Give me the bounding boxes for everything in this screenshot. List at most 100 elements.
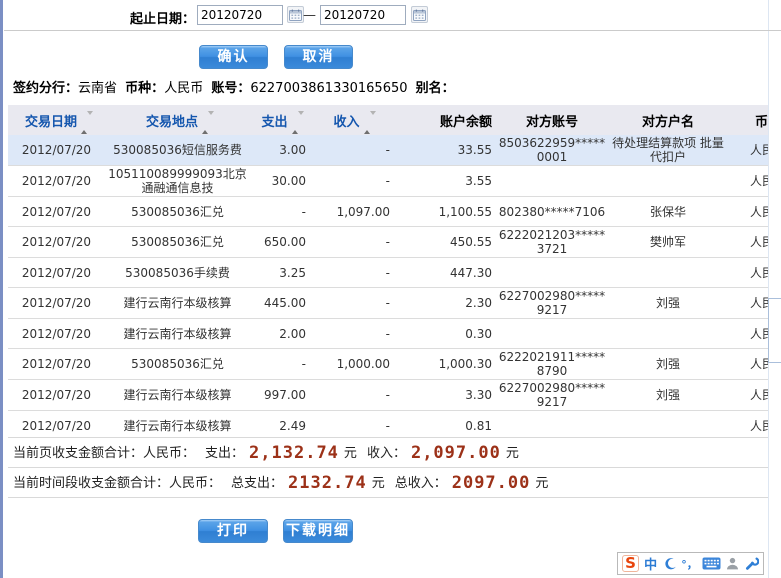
table-header-row: 交易日期 交易地点 支出 收入 账户余额 对方账号 对方户名 币种 [8,105,768,135]
column-header-income[interactable]: 收入 [310,105,394,135]
cell-currency: 人民币 [726,135,768,166]
cell-income: - [310,288,394,319]
start-date-calendar-button[interactable] [287,6,304,23]
confirm-button[interactable]: 确认 [199,45,268,69]
alias-label: 别名： [416,81,455,96]
cell-location: 建行云南行本级核算 [105,380,250,411]
cell-counterparty-account [494,411,610,436]
table-row: 2012/07/20530085036汇兑650.00-450.55622202… [8,227,768,258]
cell-income: - [310,380,394,411]
page-income-unit: 元 [506,446,519,461]
summary-divider [8,437,768,438]
cell-balance: 1,000.30 [394,349,494,380]
scrollbar-thumb[interactable] [768,298,781,363]
column-header-trade-place[interactable]: 交易地点 [105,105,250,135]
period-expense-unit: 元 [372,476,385,491]
summary-divider [8,497,768,498]
sort-icon [202,115,209,130]
cell-currency: 人民币 [726,380,768,411]
period-income-label: 总收入： [395,476,447,491]
column-label: 收入 [333,115,359,130]
cell-balance: 2.30 [394,288,494,319]
period-expense-amount: 2132.74 [288,473,367,493]
cell-location: 建行云南行本级核算 [105,319,250,349]
cell-income: - [310,135,394,166]
date-range-separator: — [303,8,316,23]
column-label: 交易日期 [25,115,77,130]
column-header-counterparty-account: 对方账号 [494,105,610,135]
cell-expense: 30.00 [250,166,310,197]
cell-counterparty-account: 8503622959*****0001 [494,135,610,166]
cell-income: 1,097.00 [310,197,394,227]
column-header-counterparty-name: 对方户名 [610,105,726,135]
page-summary-prefix: 当前页收支金额合计：人民币： [13,446,195,461]
sort-icon [292,115,299,130]
end-date-input[interactable] [320,5,406,25]
account-number-value: 6227003861330165650 [250,81,407,96]
table-row: 2012/07/20530085036汇兑-1,097.001,100.5580… [8,197,768,227]
currency-value: 人民币 [164,81,203,96]
page-expense-unit: 元 [344,446,357,461]
column-header-expense[interactable]: 支出 [250,105,310,135]
page-expense-amount: 2,132.74 [249,443,339,463]
sogou-logo-icon[interactable]: S [622,555,639,572]
cell-counterparty-account [494,258,610,288]
cell-income: - [310,411,394,436]
cell-income: 1,000.00 [310,349,394,380]
cell-date: 2012/07/20 [8,288,105,319]
period-income-amount: 2097.00 [452,473,531,493]
cancel-button[interactable]: 取消 [284,45,353,69]
cell-balance: 447.30 [394,258,494,288]
cell-location: 建行云南行本级核算 [105,411,250,436]
cell-balance: 1,100.55 [394,197,494,227]
cell-expense: 2.00 [250,319,310,349]
cell-location: 530085036汇兑 [105,197,250,227]
column-label: 支出 [261,115,287,130]
cell-balance: 33.55 [394,135,494,166]
cell-date: 2012/07/20 [8,166,105,197]
period-summary-prefix: 当前时间段收支金额合计：人民币： [13,476,221,491]
fullwidth-moon-icon[interactable] [662,554,677,573]
table-row: 2012/07/20530085036汇兑-1,000.001,000.3062… [8,349,768,380]
cell-balance: 3.55 [394,166,494,197]
account-info-line: 签约分行：云南省 币种：人民币 账号：6227003861330165650 别… [13,77,459,96]
end-date-calendar-button[interactable] [411,6,428,23]
cell-date: 2012/07/20 [8,135,105,166]
punctuation-mode-icon[interactable]: °， [681,554,698,573]
transactions-table: 交易日期 交易地点 支出 收入 账户余额 对方账号 对方户名 币种 2012/0… [8,105,768,435]
cell-income: - [310,227,394,258]
page-income-amount: 2,097.00 [411,443,501,463]
start-date-input[interactable] [197,5,283,25]
cell-counterparty-name [610,319,726,349]
page-summary-line: 当前页收支金额合计：人民币：支出：2,132.74元收入：2,097.00元 [13,442,519,464]
user-account-icon[interactable] [725,554,740,573]
cell-expense: 2.49 [250,411,310,436]
print-button[interactable]: 打印 [198,519,268,543]
cell-currency: 人民币 [726,319,768,349]
cell-counterparty-name: 张保华 [610,197,726,227]
calendar-icon [413,9,426,21]
cell-currency: 人民币 [726,349,768,380]
cell-date: 2012/07/20 [8,319,105,349]
download-details-button[interactable]: 下载明细 [283,519,353,543]
cell-income: - [310,166,394,197]
soft-keyboard-icon[interactable] [702,554,721,573]
cell-location: 105110089999093北京通融通信息技 [105,166,250,197]
cell-location: 530085036短信服务费 [105,135,250,166]
chinese-mode-icon[interactable]: 中 [643,554,658,573]
cell-expense: 445.00 [250,288,310,319]
table-row: 2012/07/20105110089999093北京通融通信息技30.00-3… [8,166,768,197]
cell-counterparty-account: 6222021203*****3721 [494,227,610,258]
cell-counterparty-account: 802380*****7106 [494,197,610,227]
cell-balance: 0.81 [394,411,494,436]
cell-expense: 3.00 [250,135,310,166]
panel-left-border [0,0,3,578]
column-header-trade-date[interactable]: 交易日期 [8,105,105,135]
settings-wrench-icon[interactable] [744,554,759,573]
cell-currency: 人民币 [726,197,768,227]
branch-value: 云南省 [78,81,117,96]
cell-income: - [310,319,394,349]
column-header-balance: 账户余额 [394,105,494,135]
sort-icon [364,115,371,130]
cell-expense: - [250,349,310,380]
